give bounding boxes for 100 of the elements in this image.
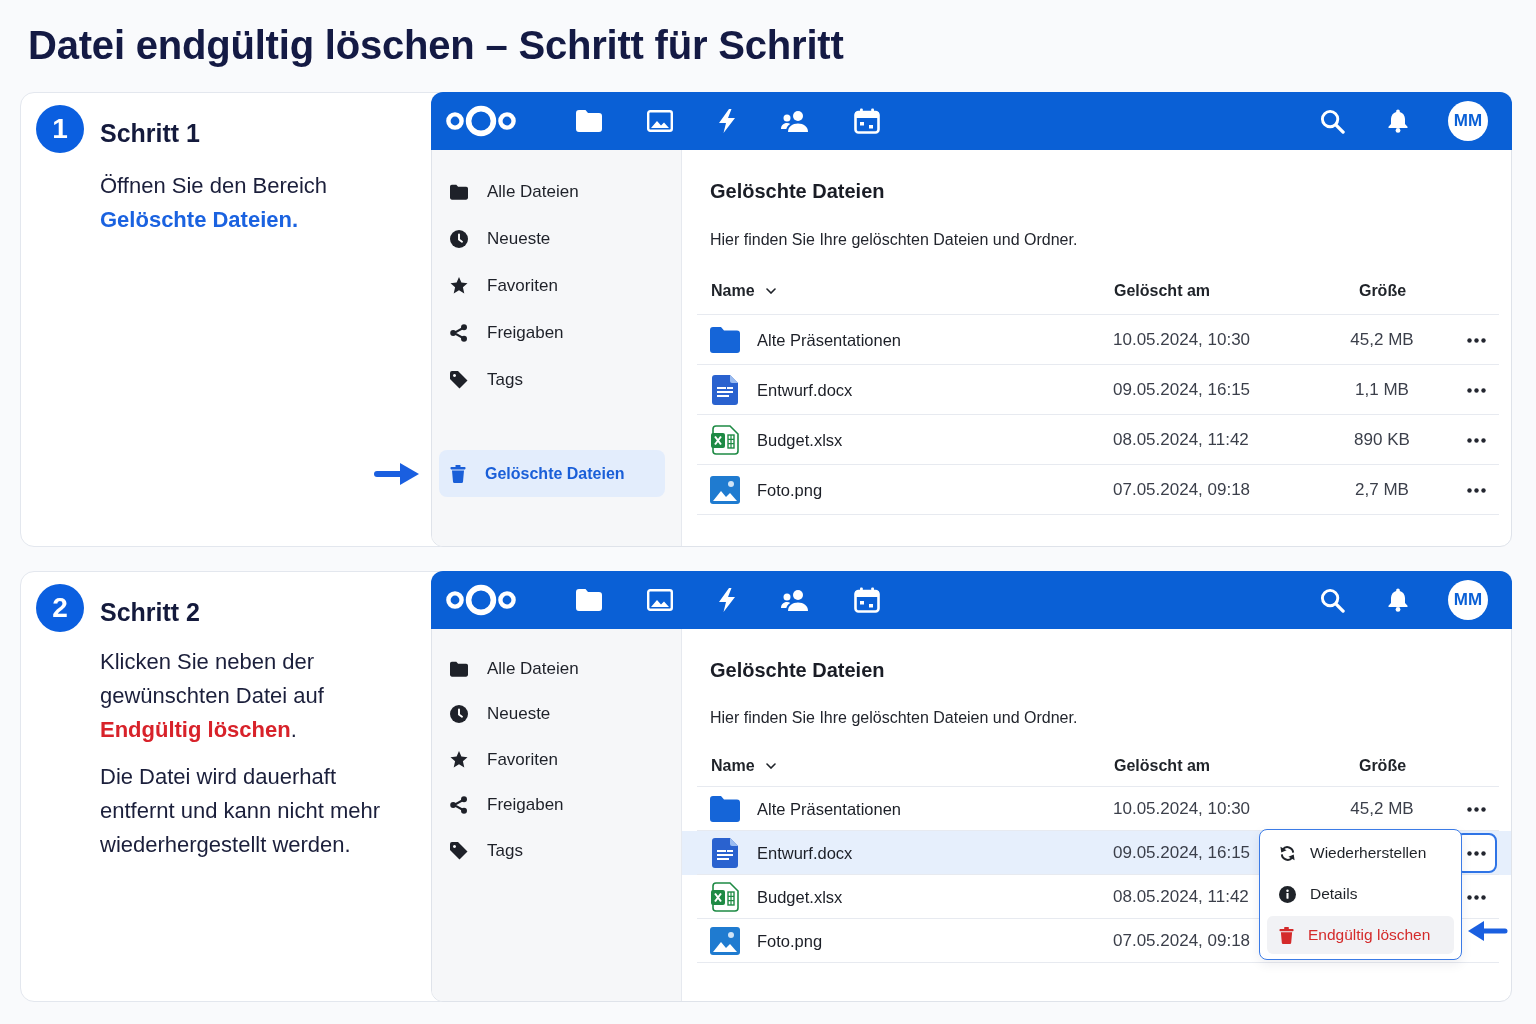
file-size: 45,2 MB [1350, 330, 1414, 349]
deleted-date: 09.05.2024, 16:15 [1113, 843, 1251, 862]
sidebar-item[interactable]: Tags [439, 356, 665, 403]
sidebar-item[interactable]: Tags [439, 828, 665, 874]
page-description: Hier finden Sie Ihre gelöschten Dateien und Ordner. [709, 708, 1079, 728]
calendar-icon[interactable] [854, 108, 880, 134]
image-icon[interactable] [647, 110, 673, 132]
bell-icon[interactable] [1387, 588, 1409, 612]
file-name: Alte Präsentationen [757, 330, 901, 350]
lightning-icon[interactable] [718, 109, 736, 133]
logo-icon[interactable] [446, 584, 516, 616]
column-header[interactable]: Größe [1342, 282, 1422, 300]
clock-icon [450, 229, 468, 248]
step-title: Schritt 2 [100, 596, 201, 627]
arrow-icon [374, 460, 420, 487]
trash-icon [1279, 926, 1294, 944]
menu-item[interactable]: Endgültig löschen [1267, 916, 1454, 954]
people-icon[interactable] [781, 110, 809, 132]
page-title: Datei endgültig löschen – Schritt für Schritt [27, 22, 845, 69]
file-size: 45,2 MB [1350, 799, 1414, 818]
deleted-date: 08.05.2024, 11:42 [1113, 887, 1249, 906]
instruction-text: Öffnen Sie den Bereich Gelöschte Dateien. [100, 172, 329, 234]
spreadsheet-icon [711, 882, 739, 912]
file-name: Alte Präsentationen [757, 799, 901, 819]
column-header[interactable]: Gelöscht am [1113, 757, 1342, 775]
people-icon[interactable] [781, 589, 809, 611]
deleted-date: 08.05.2024, 11:42 [1113, 430, 1249, 449]
menu-item[interactable]: Wiederherstellen [1267, 834, 1454, 872]
sidebar-item[interactable]: Alle Dateien [439, 646, 665, 692]
file-name: Budget.xlsx [757, 887, 843, 907]
folder-icon [450, 660, 468, 677]
step-number: 1 [36, 105, 84, 153]
image-icon [710, 476, 740, 504]
page-heading: Gelöschte Dateien [709, 658, 886, 683]
file-name: Entwurf.docx [757, 380, 853, 400]
deleted-date: 07.05.2024, 09:18 [1113, 480, 1251, 499]
sidebar-item[interactable]: Favoriten [439, 262, 665, 309]
file-size: 2,7 MB [1355, 480, 1409, 499]
file-name: Entwurf.docx [757, 843, 853, 863]
more-icon [1466, 337, 1486, 343]
calendar-icon[interactable] [854, 587, 880, 613]
more-icon [1466, 437, 1486, 443]
sidebar-item[interactable]: Gelöschte Dateien [439, 450, 665, 497]
menu-item[interactable]: Details [1267, 875, 1454, 913]
folder-icon [450, 183, 468, 200]
refresh-icon [1279, 844, 1296, 862]
step-number: 2 [36, 584, 84, 632]
more-icon [1466, 487, 1486, 493]
file-size: 1,1 MB [1355, 380, 1409, 399]
file-name: Foto.png [757, 480, 823, 500]
spreadsheet-icon [711, 425, 739, 455]
sidebar-item[interactable]: Neueste [439, 215, 665, 262]
user-avatar[interactable]: MM [1448, 580, 1488, 620]
search-icon[interactable] [1320, 587, 1345, 613]
document-icon [712, 838, 738, 868]
instruction-text: Klicken Sie neben der gewünschten Datei auf Endgültig löschen. [100, 648, 325, 744]
user-avatar[interactable]: MM [1448, 101, 1488, 141]
image-icon [710, 927, 740, 955]
sidebar-item[interactable]: Freigaben [439, 309, 665, 356]
star-icon [450, 277, 468, 294]
lightning-icon[interactable] [718, 588, 736, 612]
more-icon [1466, 387, 1486, 393]
column-header[interactable]: Name [710, 282, 1113, 300]
sidebar-item[interactable]: Freigaben [439, 782, 665, 828]
file-size: 890 KB [1354, 430, 1410, 449]
sidebar-item[interactable]: Neueste [439, 691, 665, 737]
folder-icon [710, 327, 740, 353]
folder-icon [710, 796, 740, 822]
chevron-down-icon [765, 763, 776, 769]
step-title: Schritt 1 [100, 117, 201, 148]
column-header[interactable]: Größe [1342, 757, 1422, 775]
search-icon[interactable] [1320, 108, 1345, 134]
image-icon[interactable] [647, 589, 673, 611]
deleted-date: 07.05.2024, 09:18 [1113, 931, 1251, 950]
arrow-icon [1468, 919, 1508, 943]
tag-icon [450, 841, 468, 860]
file-name: Foto.png [757, 931, 823, 951]
document-icon [712, 375, 738, 405]
file-name: Budget.xlsx [757, 430, 843, 450]
folder-icon[interactable] [576, 589, 602, 611]
column-header[interactable]: Name [710, 757, 1113, 775]
more-icon [1466, 894, 1486, 900]
instruction-text: Die Datei wird dauerhaft entfernt und kann nicht mehr wiederhergestellt werden. [100, 763, 382, 859]
page-heading: Gelöschte Dateien [709, 179, 886, 204]
info-icon [1279, 885, 1296, 903]
column-header[interactable]: Gelöscht am [1113, 282, 1342, 300]
logo-icon[interactable] [446, 105, 516, 137]
chevron-down-icon [765, 288, 776, 294]
trash-icon [450, 464, 466, 483]
clock-icon [450, 705, 468, 724]
share-icon [450, 796, 468, 815]
tag-icon [450, 370, 468, 389]
more-icon [1466, 850, 1486, 856]
page-description: Hier finden Sie Ihre gelöschten Dateien und Ordner. [709, 230, 1079, 250]
folder-icon[interactable] [576, 110, 602, 132]
more-icon [1466, 806, 1486, 812]
sidebar-item[interactable]: Favoriten [439, 737, 665, 783]
bell-icon[interactable] [1387, 109, 1409, 133]
sidebar-item[interactable]: Alle Dateien [439, 168, 665, 215]
deleted-date: 10.05.2024, 10:30 [1113, 799, 1251, 818]
